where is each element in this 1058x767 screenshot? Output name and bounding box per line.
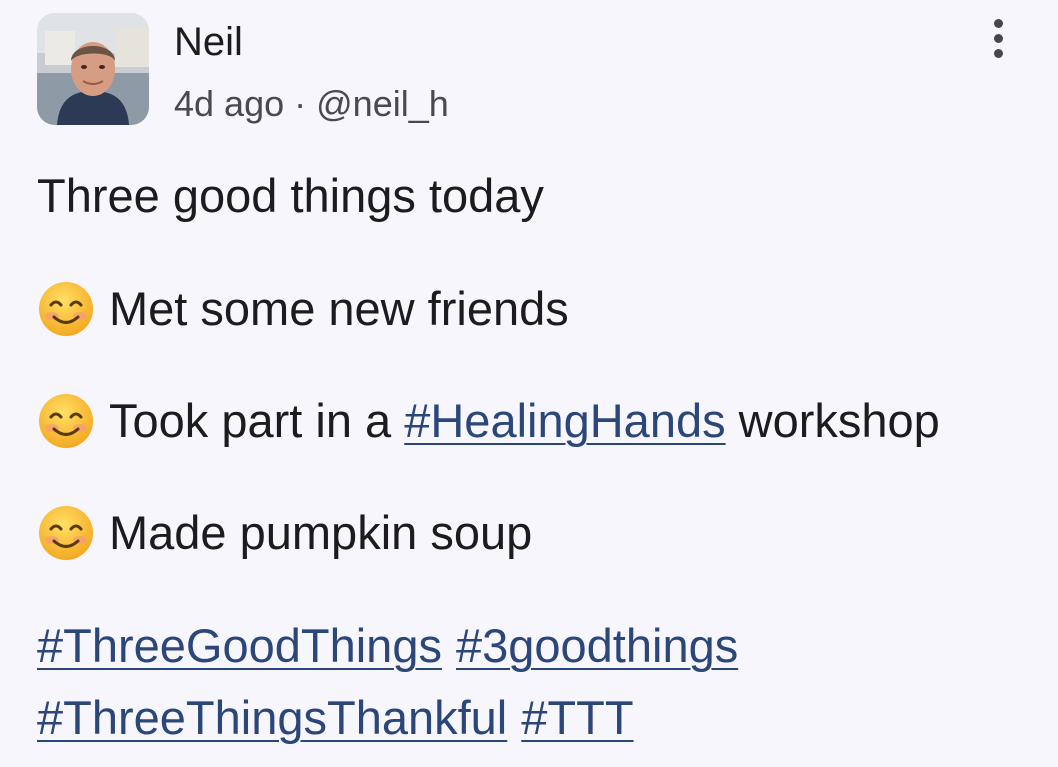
more-vert-icon[interactable] [978,14,1018,62]
more-dot [993,48,1003,58]
author-handle[interactable]: @neil_h [316,83,449,124]
smiling-face-emoji [39,506,93,560]
hashtag-row: #ThreeGoodThings #3goodthings [37,618,752,674]
post-meta: 4d ago · @neil_h [174,82,449,126]
author-name[interactable]: Neil [174,18,243,66]
list-item: Took part in a #HealingHands workshop [37,392,940,450]
list-item-text: Made pumpkin soup [109,506,533,559]
avatar-photo [37,13,149,125]
hashtag-link[interactable]: #HealingHands [404,393,725,449]
list-item-text: Took part in a [109,394,405,447]
more-dot [993,18,1003,28]
list-item: Made pumpkin soup [37,504,532,562]
avatar[interactable] [37,13,149,125]
post-intro: Three good things today [37,169,544,222]
smiling-face-emoji [39,394,93,448]
hashtag-link[interactable]: #ThreeGoodThings [37,618,442,674]
hashtag-link[interactable]: #ThreeThingsThankful [37,690,507,746]
hashtag-row: #ThreeThingsThankful #TTT [37,690,648,746]
more-dot [993,33,1003,43]
smiling-face-emoji [39,282,93,336]
post-time[interactable]: 4d ago [174,83,284,124]
hashtag-link[interactable]: #TTT [521,690,633,746]
list-item-text: Met some new friends [109,282,569,335]
hashtag-link[interactable]: #3goodthings [456,618,738,674]
list-item-text: workshop [725,394,940,447]
list-item: Met some new friends [37,280,569,338]
meta-separator: · [294,83,307,124]
